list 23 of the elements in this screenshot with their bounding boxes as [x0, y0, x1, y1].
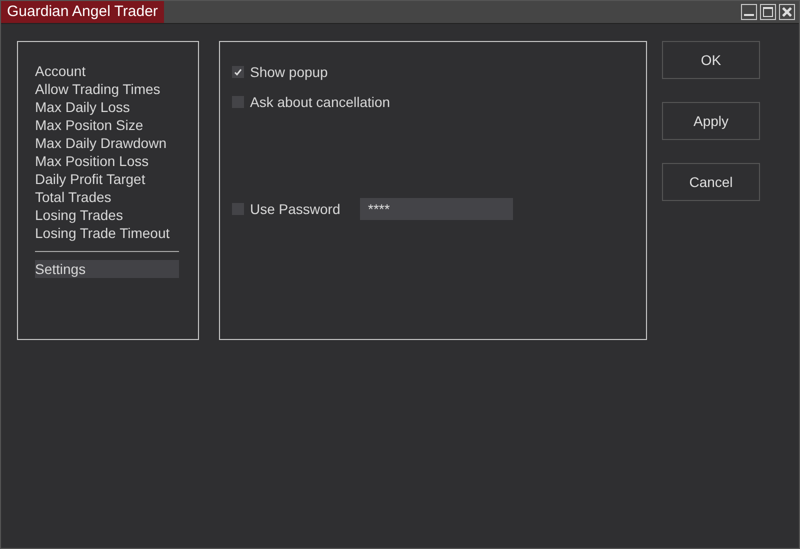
nav-item[interactable]: Max Position Loss [35, 152, 179, 170]
password-field[interactable]: **** [360, 198, 513, 220]
option-label: Use Password [250, 201, 342, 217]
window-title: Guardian Angel Trader [1, 1, 164, 23]
nav-item[interactable]: Total Trades [35, 188, 179, 206]
nav-item[interactable]: Losing Trades [35, 206, 179, 224]
maximize-icon[interactable] [760, 4, 776, 20]
close-icon[interactable] [779, 4, 795, 20]
nav-item[interactable]: Allow Trading Times [35, 80, 179, 98]
option-label: Show popup [250, 64, 328, 80]
checkbox[interactable] [232, 66, 244, 78]
dialog-button[interactable]: Cancel [662, 163, 760, 201]
option-label: Ask about cancellation [250, 94, 390, 110]
nav-item[interactable]: Max Positon Size [35, 116, 179, 134]
nav-item[interactable]: Daily Profit Target [35, 170, 179, 188]
nav-item[interactable]: Losing Trade Timeout [35, 224, 179, 242]
nav-item[interactable]: Max Daily Drawdown [35, 134, 179, 152]
dialog-button[interactable]: Apply [662, 102, 760, 140]
minimize-icon[interactable] [741, 4, 757, 20]
nav-item[interactable]: Max Daily Loss [35, 98, 179, 116]
nav-item[interactable]: Account [35, 62, 179, 80]
nav-item[interactable]: Settings [35, 260, 179, 278]
dialog-button[interactable]: OK [662, 41, 760, 79]
